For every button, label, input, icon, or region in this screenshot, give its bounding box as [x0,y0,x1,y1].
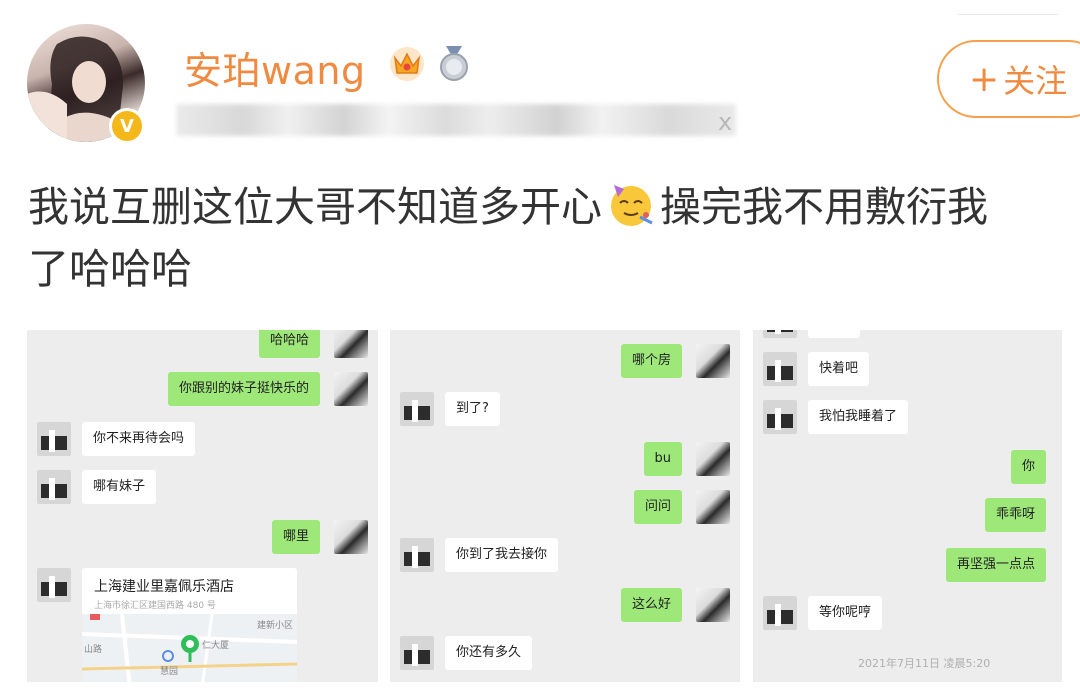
location-card[interactable]: 上海建业里嘉佩乐酒店 上海市徐汇区建国西路 480 号 建新小区 仁大厦 慧园 … [82,568,297,682]
post-meta-blurred [176,104,736,136]
chat-bubble-left-partial [808,330,860,338]
post-text-part2: 操完我不用敷衍我 [660,183,988,231]
contact-avatar-girl [696,442,730,476]
top-divider [958,14,1058,15]
contact-avatar-guy [763,330,797,338]
contact-avatar-guy [400,636,434,670]
chat-screenshot-1[interactable]: 哈哈哈 你跟别的妹子挺快乐的 你不来再待会吗 哪有妹子 哪里 上海建业里嘉佩乐酒… [27,330,378,682]
map-label: 慧园 [160,667,179,677]
contact-avatar-girl [334,372,368,406]
contact-avatar-guy [37,470,71,504]
contact-avatar-guy [763,352,797,386]
medal-icon [440,46,468,81]
contact-avatar-guy [400,392,434,426]
chat-bubble-left: 我怕我睡着了 [808,400,909,434]
contact-avatar-guy [37,568,71,602]
post-meta-suffix: x [718,108,733,136]
chat-screenshot-2[interactable]: 哪个房 到了? bu 问问 你到了我去接你 这么好 你还有多久 [390,330,740,682]
chat-bubble-left: 哪有妹子 [82,470,157,504]
map-label: 仁大厦 [202,641,230,651]
chat-bubble-right: 你 [1010,450,1046,484]
chat-bubble-left: 你不来再待会吗 [82,422,196,456]
partying-face-icon [611,185,653,226]
verified-badge: V [109,108,145,144]
verified-badge-text: V [120,115,134,137]
post-text-line2: 了哈哈哈 [28,245,192,293]
chat-screenshot-3[interactable]: 快着吧 我怕我睡着了 你 乖乖呀 再坚强一点点 等你呢哼 2021年7月11日 … [753,330,1062,682]
chat-bubble-right: 你跟别的妹子挺快乐的 [167,372,320,406]
chat-timestamp: 2021年7月11日 凌晨5:20 [858,657,991,670]
location-address: 上海市徐汇区建国西路 480 号 [94,601,216,611]
contact-avatar-guy [400,538,434,572]
location-title: 上海建业里嘉佩乐酒店 [94,579,234,595]
chat-bubble-right: 哈哈哈 [258,330,320,358]
contact-avatar-girl [696,588,730,622]
contact-avatar-guy [763,596,797,630]
chat-bubble-right: 哪里 [271,520,320,554]
contact-avatar-girl [334,330,368,358]
map-label: 建新小区 [257,621,294,631]
chat-bubble-left: 你到了我去接你 [445,538,559,572]
chat-bubble-left: 你还有多久 [445,636,533,670]
contact-avatar-guy [37,422,71,456]
contact-avatar-girl [334,520,368,554]
chat-bubble-right: 再坚强一点点 [945,548,1046,582]
chat-bubble-right: 乖乖呀 [984,498,1046,532]
plus-icon: + [969,58,1000,100]
chat-bubble-left: 快着吧 [808,352,870,386]
location-map[interactable]: 建新小区 仁大厦 慧园 山路 [82,613,297,682]
chat-bubble-right: 问问 [633,490,682,524]
chat-bubble-left: 等你呢哼 [808,596,883,630]
contact-avatar-guy [763,400,797,434]
contact-avatar-girl [696,344,730,378]
map-label: 山路 [84,645,103,655]
chat-bubble-left: 到了? [445,392,500,426]
crown-icon [390,47,424,81]
chat-bubble-right: 哪个房 [620,344,682,378]
username[interactable]: 安珀wang [184,40,366,95]
follow-label: 关注 [1003,62,1068,100]
post-text-part1: 我说互删这位大哥不知道多开心 [28,183,602,231]
chat-bubble-right: bu [643,442,682,476]
chat-bubble-right: 这么好 [620,588,682,622]
follow-button[interactable]: + 关注 [937,40,1080,118]
contact-avatar-girl [696,490,730,524]
post-text: 我说互删这位大哥不知道多开心 操完我不用敷衍我 了哈哈哈 [28,176,1080,300]
